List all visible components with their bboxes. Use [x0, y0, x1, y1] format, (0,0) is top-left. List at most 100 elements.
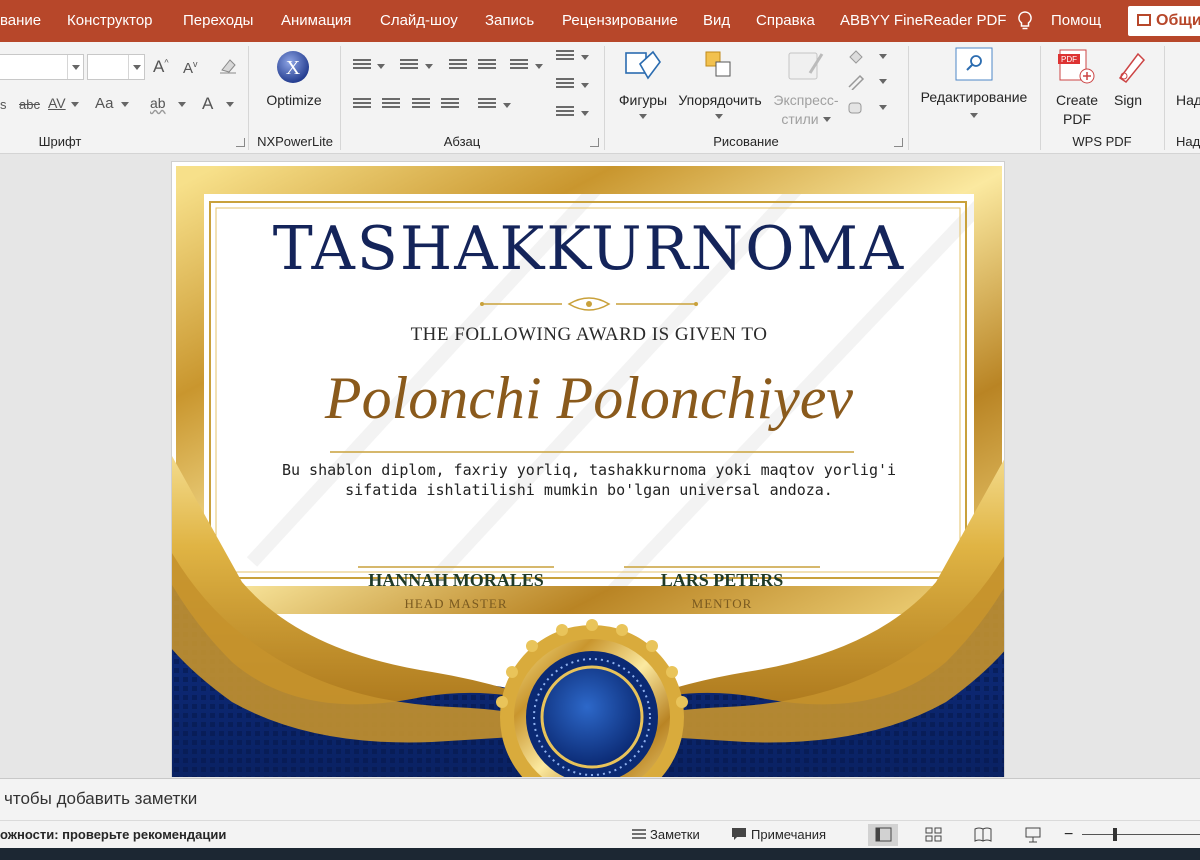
arrange-label[interactable]: Упорядочить: [674, 92, 766, 108]
align-center-icon[interactable]: [382, 98, 400, 112]
chevron-down-icon[interactable]: [581, 111, 589, 119]
optimize-label[interactable]: Optimize: [260, 92, 328, 108]
nxpowerlite-icon[interactable]: X: [276, 50, 310, 89]
chevron-down-icon[interactable]: [535, 64, 543, 72]
text-direction-icon[interactable]: [556, 50, 574, 64]
chevron-down-icon[interactable]: [581, 55, 589, 63]
strikethrough-icon[interactable]: abc: [19, 97, 40, 112]
bullets-icon[interactable]: [353, 59, 371, 73]
certificate-title[interactable]: TASHAKKURNOMA: [172, 214, 1004, 284]
decrease-indent-icon[interactable]: [449, 59, 467, 73]
clear-format-icon[interactable]: [218, 56, 238, 78]
chevron-down-icon[interactable]: [879, 105, 887, 113]
tab-view[interactable]: Вид: [703, 0, 730, 42]
signer-1-name[interactable]: HANNAH MORALES: [356, 570, 556, 591]
font-color-icon[interactable]: A: [202, 94, 213, 114]
quick-styles-label[interactable]: Экспресс-: [766, 92, 846, 108]
signer-2-name[interactable]: LARS PETERS: [622, 570, 822, 591]
tab-review[interactable]: Рецензирование: [562, 0, 678, 42]
change-case-icon[interactable]: Аа: [95, 95, 114, 112]
chevron-down-icon[interactable]: [581, 83, 589, 91]
chevron-down-icon[interactable]: [503, 103, 511, 111]
search-icon[interactable]: [955, 47, 993, 86]
next-group-button[interactable]: Над: [1176, 92, 1200, 108]
shapes-icon[interactable]: [624, 48, 662, 89]
share-button[interactable]: Общи: [1128, 6, 1200, 36]
align-right-icon[interactable]: [412, 98, 430, 112]
shape-outline-icon[interactable]: [846, 74, 866, 95]
zoom-out-button[interactable]: −: [1064, 824, 1073, 846]
quick-styles-icon[interactable]: [786, 48, 826, 89]
tab-transitions[interactable]: Переходы: [183, 0, 253, 42]
certificate-description[interactable]: Bu shablon diplom, faxriy yorliq, tashak…: [172, 460, 1004, 500]
chevron-down-icon[interactable]: [121, 102, 129, 110]
comments-button[interactable]: Примечания: [731, 824, 826, 846]
tab-help[interactable]: Справка: [756, 0, 815, 42]
columns-icon[interactable]: [478, 98, 496, 112]
shrink-font-icon[interactable]: Av: [183, 59, 198, 77]
font-size-combo[interactable]: [87, 54, 145, 80]
chevron-down-icon[interactable]: [715, 114, 723, 122]
tab-abbyy[interactable]: ABBYY FineReader PDF: [840, 0, 1006, 42]
tell-me-label[interactable]: Помощ: [1051, 0, 1101, 42]
chevron-down-icon[interactable]: [377, 64, 385, 72]
chevron-down-icon[interactable]: [71, 102, 79, 110]
paragraph-dialog-launcher[interactable]: [590, 138, 599, 147]
sign-icon[interactable]: [1110, 48, 1150, 91]
arrange-icon[interactable]: [702, 48, 738, 89]
chevron-down-icon[interactable]: [639, 114, 647, 122]
sign-label[interactable]: Sign: [1106, 92, 1150, 108]
reading-view-button[interactable]: [968, 824, 998, 846]
chevron-down-icon[interactable]: [970, 113, 978, 121]
normal-view-button[interactable]: [868, 824, 898, 846]
recipient-name[interactable]: Polonchi Polonchiyev: [172, 364, 1004, 433]
accessibility-status[interactable]: ожности: проверьте рекомендации: [0, 827, 226, 842]
align-left-icon[interactable]: [353, 98, 371, 112]
editing-label[interactable]: Редактирование: [914, 89, 1034, 105]
tab-animations[interactable]: Анимация: [281, 0, 351, 42]
signer-2-role[interactable]: MENTOR: [622, 596, 822, 612]
lightbulb-icon[interactable]: [1018, 0, 1032, 42]
shape-effects-icon[interactable]: [846, 100, 866, 121]
char-spacing-icon[interactable]: AV: [48, 95, 66, 111]
notes-placeholder[interactable]: чтобы добавить заметки: [4, 789, 197, 809]
create-pdf-label[interactable]: Create: [1052, 92, 1102, 108]
slide-sorter-button[interactable]: [918, 824, 948, 846]
chevron-down-icon[interactable]: [178, 102, 186, 110]
signer-1-role[interactable]: HEAD MASTER: [356, 596, 556, 612]
tab-design[interactable]: Конструктор: [67, 0, 153, 42]
highlight-icon[interactable]: ab: [150, 95, 166, 111]
slideshow-button[interactable]: [1018, 824, 1048, 846]
drawing-dialog-launcher[interactable]: [894, 138, 903, 147]
chevron-down-icon[interactable]: [879, 54, 887, 62]
align-text-icon[interactable]: [556, 78, 574, 92]
tab-record[interactable]: Запись: [485, 0, 534, 42]
font-dialog-launcher[interactable]: [236, 138, 245, 147]
increase-indent-icon[interactable]: [478, 59, 496, 73]
zoom-slider-track[interactable]: [1082, 834, 1200, 835]
line-spacing-icon[interactable]: [510, 59, 528, 73]
notes-pane[interactable]: чтобы добавить заметки: [0, 778, 1200, 820]
shape-fill-icon[interactable]: [846, 49, 866, 70]
tab-slideshow[interactable]: Слайд-шоу: [380, 0, 458, 42]
grow-font-icon[interactable]: A^: [153, 57, 169, 77]
chevron-down-icon[interactable]: [879, 79, 887, 87]
create-pdf-icon[interactable]: PDF: [1058, 48, 1098, 91]
shadow-text-icon[interactable]: s: [0, 97, 7, 112]
smartart-icon[interactable]: [556, 106, 574, 120]
chevron-down-icon[interactable]: [823, 117, 831, 125]
create-pdf-label-2[interactable]: PDF: [1052, 111, 1102, 127]
chevron-down-icon[interactable]: [425, 64, 433, 72]
numbering-icon[interactable]: [400, 59, 418, 73]
chevron-down-icon[interactable]: [67, 55, 83, 79]
zoom-slider-thumb[interactable]: [1113, 828, 1117, 841]
chevron-down-icon[interactable]: [226, 102, 234, 110]
shapes-label[interactable]: Фигуры: [612, 92, 674, 108]
slide-canvas[interactable]: TASHAKKURNOMA THE FOLLOWING AWARD IS GIV…: [171, 161, 1005, 777]
justify-icon[interactable]: [441, 98, 459, 112]
notes-button[interactable]: Заметки: [632, 824, 700, 846]
tab-insert[interactable]: вание: [0, 0, 41, 42]
chevron-down-icon[interactable]: [128, 55, 144, 79]
font-family-combo[interactable]: [0, 54, 84, 80]
certificate-subtitle[interactable]: THE FOLLOWING AWARD IS GIVEN TO: [172, 324, 1004, 346]
